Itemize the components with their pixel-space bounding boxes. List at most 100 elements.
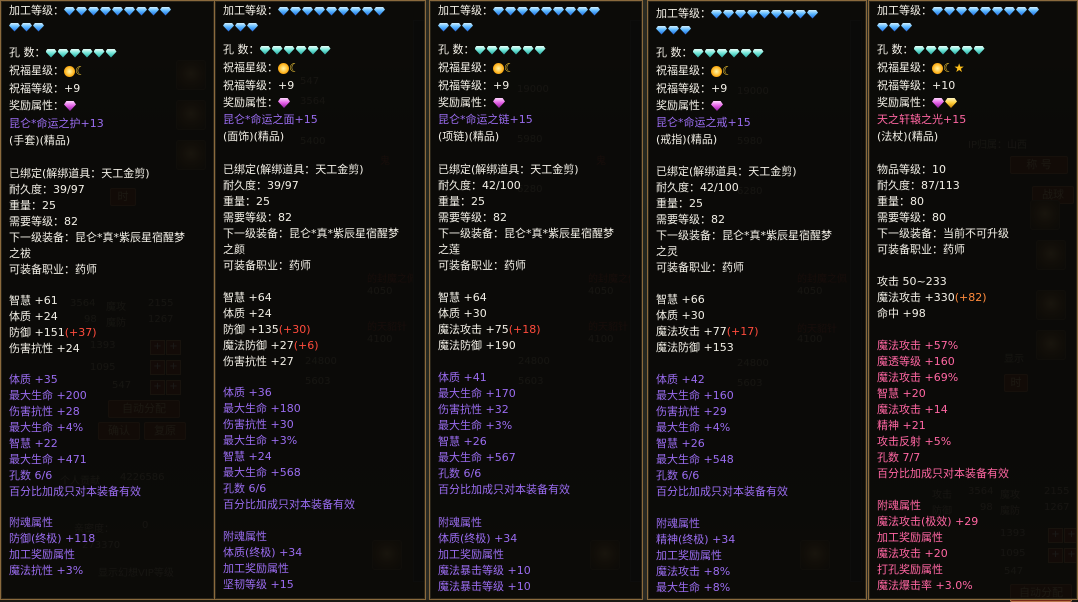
tooltip-line: 孔 数：: [223, 43, 332, 57]
tooltip-line: 重量：25: [438, 195, 485, 209]
tooltip-line: 重量：80: [877, 195, 924, 209]
tooltip-text: 孔数 6/6: [223, 482, 267, 495]
tooltip-line: 魔法暴击等级 +10: [438, 580, 531, 594]
tooltip-text: 下一级装备：昆仑*真*紫辰星宿醒梦: [223, 227, 399, 240]
tooltip-text: 伤害抗性 +24: [9, 342, 80, 355]
tooltip-text: 智慧 +22: [9, 437, 58, 450]
moon-icon: ☾: [943, 60, 954, 75]
tooltip-text: 体质 +42: [656, 373, 705, 386]
cyan-diamond-icon: [728, 48, 740, 58]
purple-gem-icon: [932, 98, 944, 108]
tooltip-text: 重量：80: [877, 195, 924, 208]
tooltip-line: 祝福星级： ☾★: [877, 61, 965, 75]
tooltip-line: 智慧 +64: [223, 291, 272, 305]
cyan-diamond-icon: [81, 48, 93, 58]
tooltip-line: 可装备职业：药师: [223, 259, 311, 273]
sun-icon: [932, 62, 943, 74]
tooltip-text: 智慧 +26: [656, 437, 705, 450]
tooltip-text: 命中 +98: [877, 307, 926, 320]
tooltip-line: 百分比加成只对本装备有效: [9, 485, 141, 499]
item-tooltip: 加工等级： 孔 数： 祝福星级： ☾★ 祝福等级：+10 奖励属性： 天之轩辕之光+15 (法…: [868, 0, 1078, 600]
tooltip-line-wrap: [656, 23, 692, 37]
tooltip-text: 奖励属性：: [877, 96, 932, 109]
purple-gem-icon: [64, 101, 76, 111]
tooltip-line: 加工等级：: [877, 4, 1040, 18]
tooltip-text: 百分比加成只对本装备有效: [877, 467, 1009, 480]
tooltip-line: 魔法爆击率 +3.0%: [877, 579, 973, 593]
tooltip-text: 耐久度：42/100: [438, 179, 521, 192]
tooltip-text: 耐久度：87/113: [877, 179, 960, 192]
item-tooltip: 加工等级： 孔 数： 祝福星级： ☾ 祝福等级：+9 奖励属性： 昆仑*命运之链+15 (项链…: [429, 0, 643, 600]
tooltip-text: 已绑定(解绑道具：天工金剪): [223, 163, 364, 176]
tooltip-text: 加工奖励属性: [877, 531, 943, 544]
sun-icon: [493, 62, 504, 74]
blue-diamond-icon: [88, 6, 99, 16]
tooltip-text: 最大生命 +3%: [223, 434, 298, 447]
tooltip-line: 魔法暴击等级 +10: [438, 564, 531, 578]
tooltip-text: 智慧 +61: [9, 294, 58, 307]
tooltip-line: 需要等级：82: [438, 211, 507, 225]
blue-diamond-icon: [290, 6, 301, 16]
tooltip-line: 体质(终极) +34: [438, 532, 517, 546]
blue-diamond-icon: [668, 25, 679, 35]
tooltip-line: 最大生命 +4%: [9, 421, 83, 435]
tooltip-line: 附魂属性: [9, 516, 53, 530]
tooltip-line: 体质 +24: [9, 310, 58, 324]
blue-diamond-icon: [783, 9, 794, 19]
tooltip-line: 最大生命 +3%: [438, 419, 512, 433]
tooltip-line: 体质 +41: [438, 371, 487, 385]
cyan-diamond-icon: [259, 45, 271, 55]
moon-icon: ☾: [504, 60, 515, 75]
tooltip-text: 最大生命 +170: [438, 387, 516, 400]
tooltip-text: 智慧 +66: [656, 293, 705, 306]
tooltip-line: 耐久度：42/100: [656, 181, 739, 195]
blue-diamond-icon: [529, 6, 540, 16]
cyan-diamond-icon: [534, 45, 546, 55]
tooltip-text: 最大生命 +160: [656, 389, 734, 402]
tooltip-text: 加工奖励属性: [438, 548, 504, 561]
blue-diamond-icon: [9, 22, 20, 32]
tooltip-text: 最大生命 +200: [9, 389, 87, 402]
tooltip-text: 祝福星级：: [877, 61, 932, 74]
cyan-diamond-icon: [913, 45, 925, 55]
tooltip-line: 重量：25: [9, 199, 56, 213]
tooltip-line: 祝福等级：+9: [438, 79, 509, 93]
tooltip-text: 孔数 6/6: [438, 467, 482, 480]
tooltip-text: 百分比加成只对本装备有效: [438, 483, 570, 496]
tooltip-line: 攻击 50~233: [877, 275, 947, 289]
tooltip-text: 体质 +41: [438, 371, 487, 384]
tooltip-line: 防御 +151(+37): [9, 326, 97, 340]
tooltip-text: 奖励属性：: [656, 99, 711, 112]
tooltip-line: 打孔奖励属性: [877, 563, 943, 577]
tooltip-line: 孔数 6/6: [9, 469, 52, 483]
tooltip-line: 体质 +36: [223, 386, 272, 400]
tooltip-text: 魔法爆击率 +3.0%: [877, 579, 973, 592]
tooltip-text: 加工等级：: [223, 4, 278, 17]
tooltip-line: 之灵: [656, 245, 678, 259]
tooltip-line-wrap: [9, 20, 45, 34]
cyan-diamond-icon: [283, 45, 295, 55]
tooltip-text: 智慧 +24: [223, 450, 272, 463]
tooltip-bonus: (+6): [293, 339, 319, 352]
tooltip-text: 魔法暴击等级 +10: [438, 564, 531, 577]
blue-diamond-icon: [338, 6, 349, 16]
tooltip-text: 昆仑*命运之戒+15: [656, 116, 751, 129]
tooltip-text: 下一级装备：昆仑*真*紫辰星宿醒梦: [656, 229, 832, 242]
tooltip-line: 耐久度：42/100: [438, 179, 521, 193]
cyan-diamond-icon: [271, 45, 283, 55]
tooltip-text: 最大生命 +568: [223, 466, 301, 479]
tooltip-line: 孔数 7/7: [877, 451, 920, 465]
item-tooltip: 加工等级： 孔 数： 祝福星级： ☾ 祝福等级：+9 奖励属性： 昆仑*命运之护+13 (手套…: [0, 0, 215, 600]
tooltip-line: 最大生命 +170: [438, 387, 516, 401]
tooltip-text: 已绑定(解绑道具：天工金剪): [9, 167, 150, 180]
tooltip-line: 下一级装备：昆仑*真*紫辰星宿醒梦: [656, 229, 832, 243]
purple-gem-icon: [493, 98, 505, 108]
blue-diamond-icon: [64, 6, 75, 16]
cyan-diamond-icon: [45, 48, 57, 58]
tooltip-line: 附魂属性: [223, 530, 267, 544]
tooltip-line: 伤害抗性 +29: [656, 405, 727, 419]
tooltip-text: (面饰)(精品): [223, 130, 285, 143]
tooltip-line: 加工奖励属性: [9, 548, 75, 562]
tooltip-line: 伤害抗性 +27: [223, 355, 294, 369]
tooltip-line: (项链)(精品): [438, 130, 499, 144]
